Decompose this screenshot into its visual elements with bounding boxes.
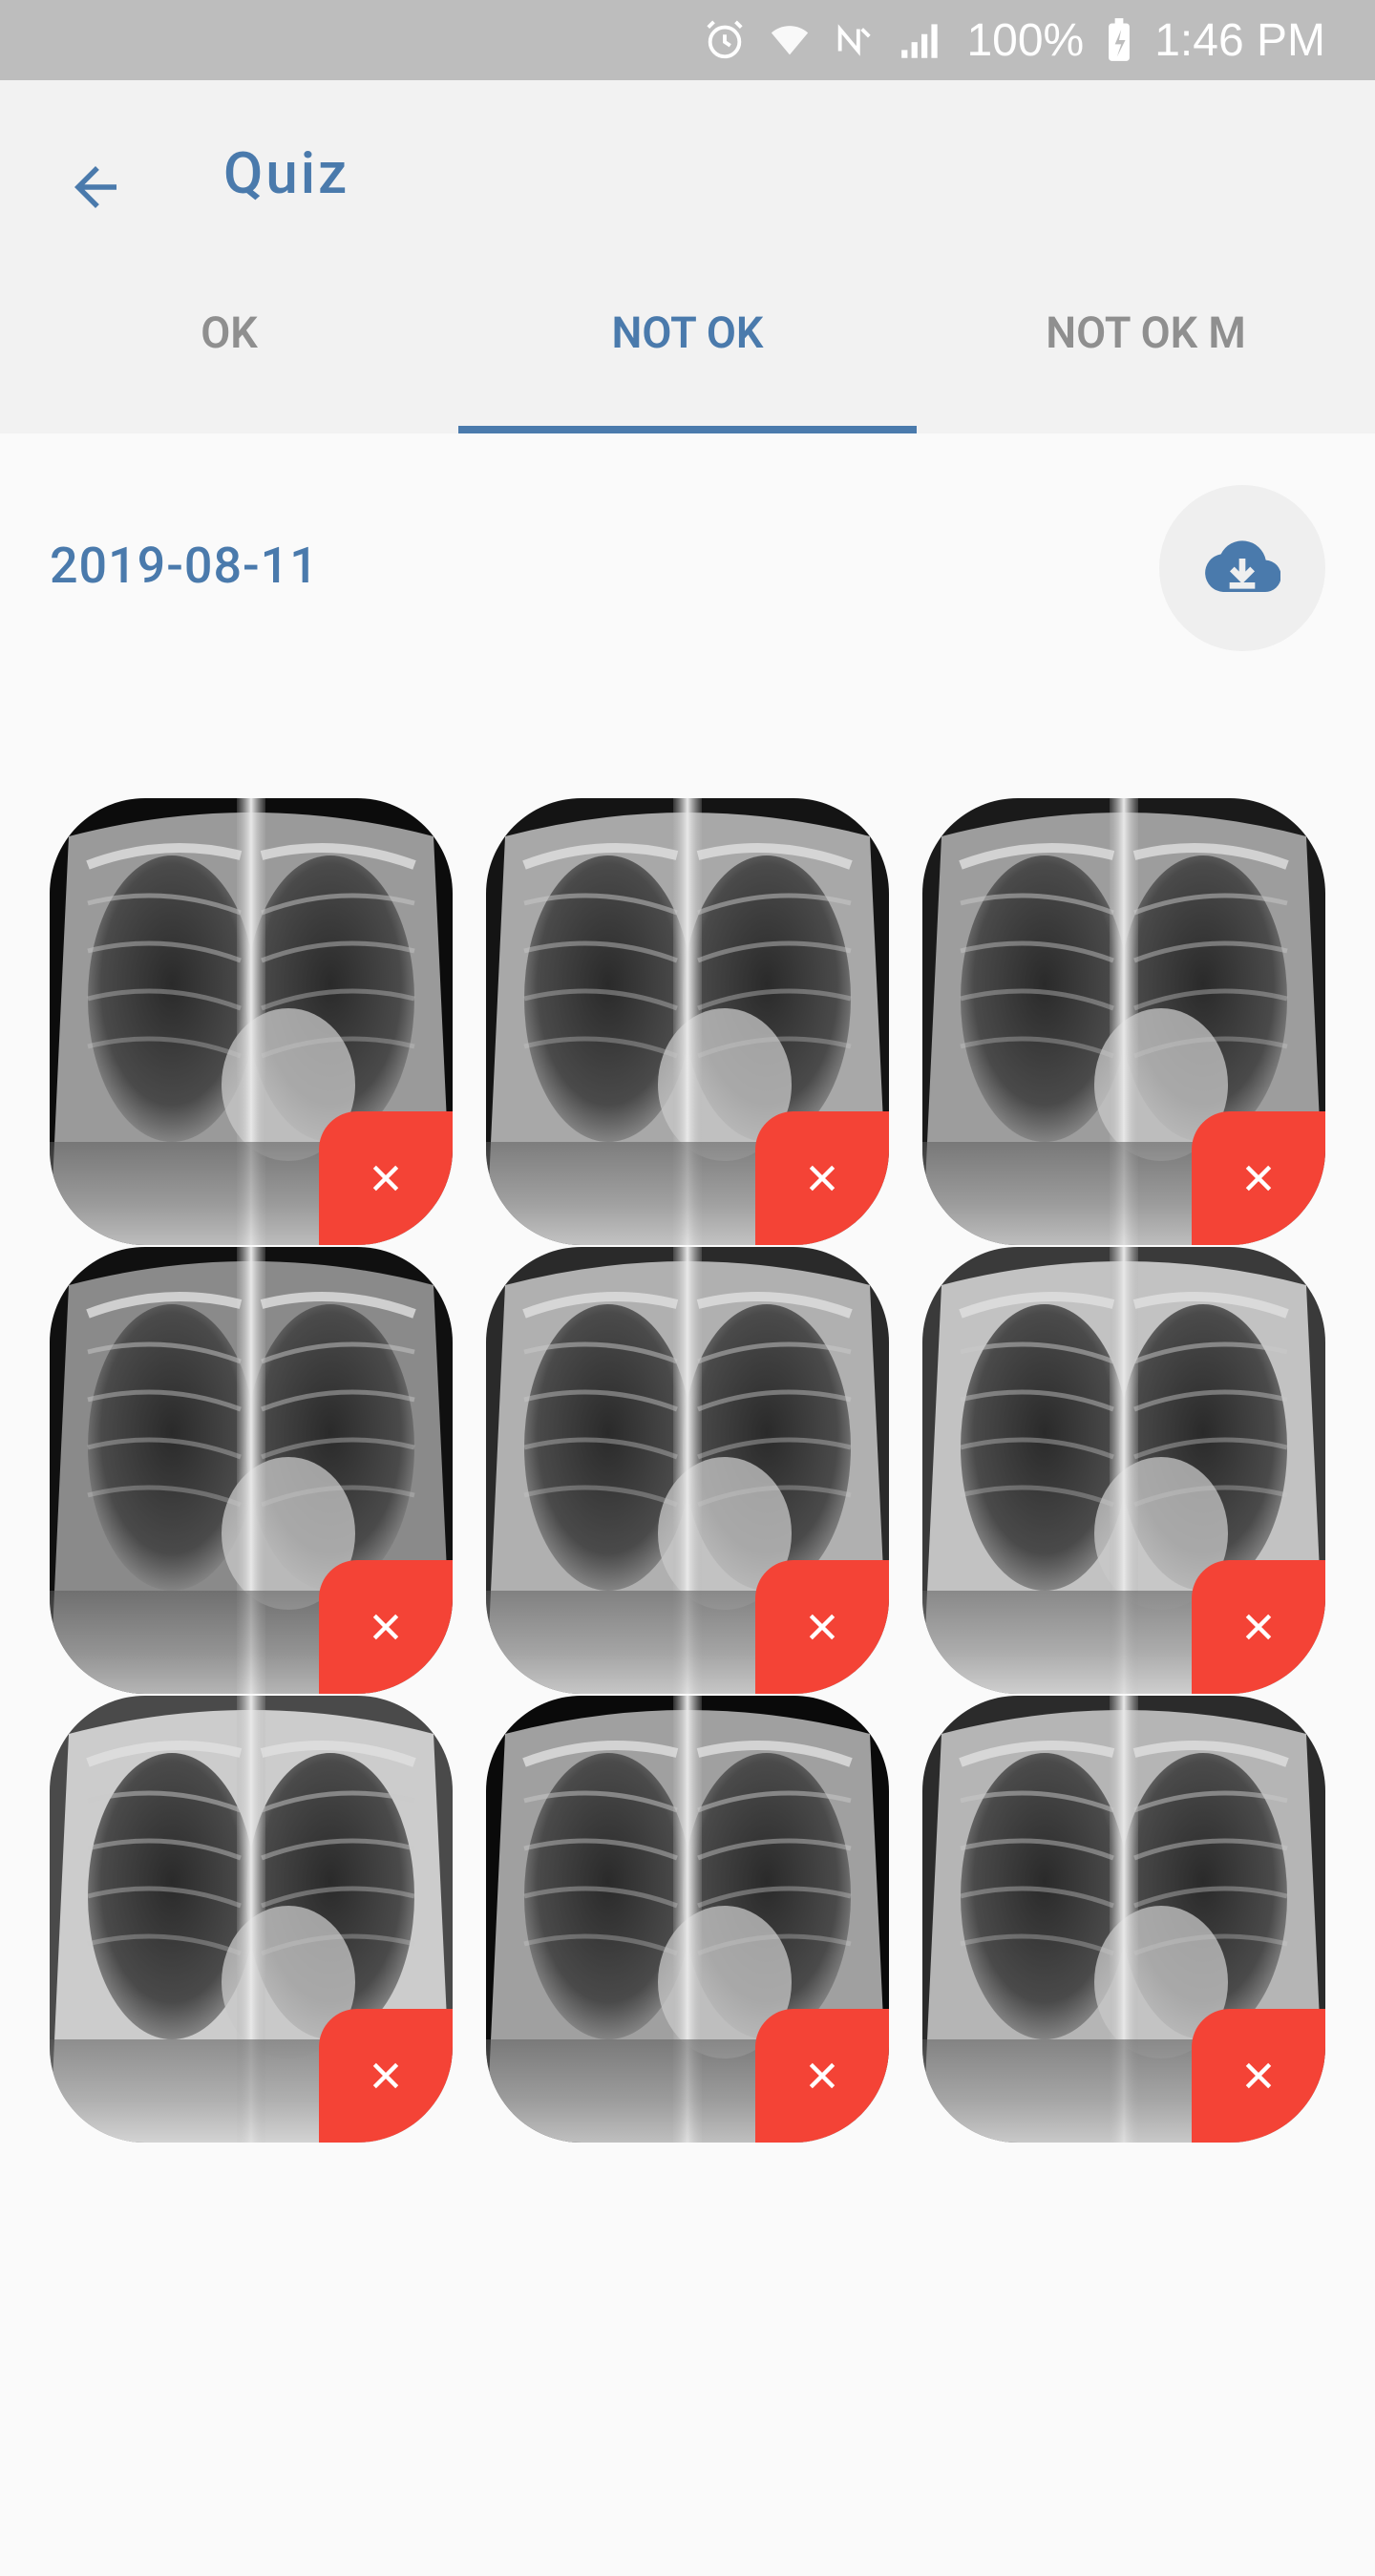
close-icon bbox=[372, 1614, 399, 1640]
app-bar: Quiz OK NOT OK NOT OK M bbox=[0, 80, 1375, 433]
page-title: Quiz bbox=[223, 139, 350, 207]
cloud-download-icon bbox=[1205, 540, 1280, 593]
remove-image-button[interactable] bbox=[1192, 1111, 1325, 1245]
wifi-icon bbox=[768, 18, 812, 62]
remove-image-button[interactable] bbox=[755, 1111, 889, 1245]
remove-image-button[interactable] bbox=[319, 1111, 453, 1245]
remove-image-button[interactable] bbox=[319, 1560, 453, 1694]
xray-thumbnail[interactable] bbox=[486, 1696, 889, 2143]
clock: 1:46 PM bbox=[1154, 14, 1325, 66]
image-grid bbox=[50, 798, 1325, 2143]
close-icon bbox=[809, 1614, 836, 1640]
remove-image-button[interactable] bbox=[1192, 1560, 1325, 1694]
battery-charging-icon bbox=[1105, 17, 1133, 63]
xray-thumbnail[interactable] bbox=[50, 798, 453, 1245]
remove-image-button[interactable] bbox=[755, 2009, 889, 2143]
close-icon bbox=[1245, 2062, 1272, 2089]
xray-thumbnail[interactable] bbox=[922, 1247, 1325, 1694]
back-button[interactable] bbox=[50, 141, 141, 233]
close-icon bbox=[372, 1165, 399, 1192]
tab-indicator bbox=[458, 426, 917, 433]
xray-thumbnail[interactable] bbox=[922, 798, 1325, 1245]
close-icon bbox=[1245, 1614, 1272, 1640]
close-icon bbox=[809, 1165, 836, 1192]
tab-not-ok[interactable]: NOT OK bbox=[458, 290, 917, 376]
tab-bar: OK NOT OK NOT OK M bbox=[0, 307, 1375, 433]
download-button[interactable] bbox=[1159, 485, 1325, 651]
remove-image-button[interactable] bbox=[319, 2009, 453, 2143]
alarm-icon bbox=[703, 18, 747, 62]
date-label: 2019-08-11 bbox=[50, 537, 319, 595]
status-bar: 100% 1:46 PM bbox=[0, 0, 1375, 80]
remove-image-button[interactable] bbox=[1192, 2009, 1325, 2143]
remove-image-button[interactable] bbox=[755, 1560, 889, 1694]
battery-percent: 100% bbox=[966, 14, 1085, 66]
nfc-icon bbox=[833, 18, 877, 62]
arrow-left-icon bbox=[74, 166, 116, 208]
tab-ok[interactable]: OK bbox=[0, 290, 458, 376]
xray-thumbnail[interactable] bbox=[50, 1247, 453, 1694]
tab-not-ok-m[interactable]: NOT OK M bbox=[917, 290, 1375, 376]
xray-thumbnail[interactable] bbox=[486, 1247, 889, 1694]
close-icon bbox=[1245, 1165, 1272, 1192]
xray-thumbnail[interactable] bbox=[922, 1696, 1325, 2143]
close-icon bbox=[372, 2062, 399, 2089]
signal-icon bbox=[898, 18, 945, 62]
xray-thumbnail[interactable] bbox=[486, 798, 889, 1245]
xray-thumbnail[interactable] bbox=[50, 1696, 453, 2143]
close-icon bbox=[809, 2062, 836, 2089]
